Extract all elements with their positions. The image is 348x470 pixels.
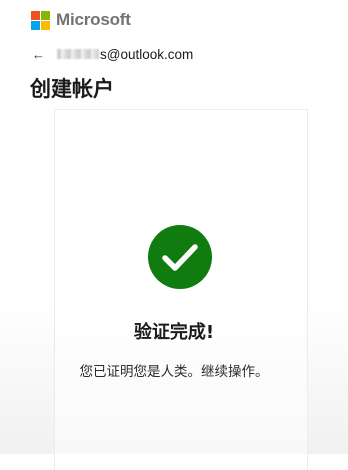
logo-square-red bbox=[31, 10, 40, 20]
logo-square-yellow bbox=[41, 20, 50, 30]
microsoft-logo: Microsoft bbox=[31, 10, 131, 30]
redacted-email-prefix bbox=[57, 49, 99, 59]
verification-complete-title: 验证完成! bbox=[133, 322, 215, 343]
logo-square-green bbox=[41, 10, 50, 20]
checkmark-icon bbox=[162, 244, 198, 271]
verification-card bbox=[54, 109, 308, 470]
checkmark-circle-icon bbox=[148, 225, 212, 289]
microsoft-logo-text: Microsoft bbox=[56, 10, 131, 29]
page-title: 创建帐户 bbox=[30, 77, 114, 101]
back-arrow-icon[interactable]: ← bbox=[32, 47, 45, 62]
verification-message: 您已证明您是人类。继续操作。 bbox=[79, 364, 269, 380]
identity-email: s@outlook.com bbox=[100, 46, 194, 62]
logo-square-blue bbox=[31, 20, 40, 30]
identity-banner: ← s@outlook.com bbox=[32, 44, 193, 64]
microsoft-logo-icon bbox=[31, 10, 50, 30]
